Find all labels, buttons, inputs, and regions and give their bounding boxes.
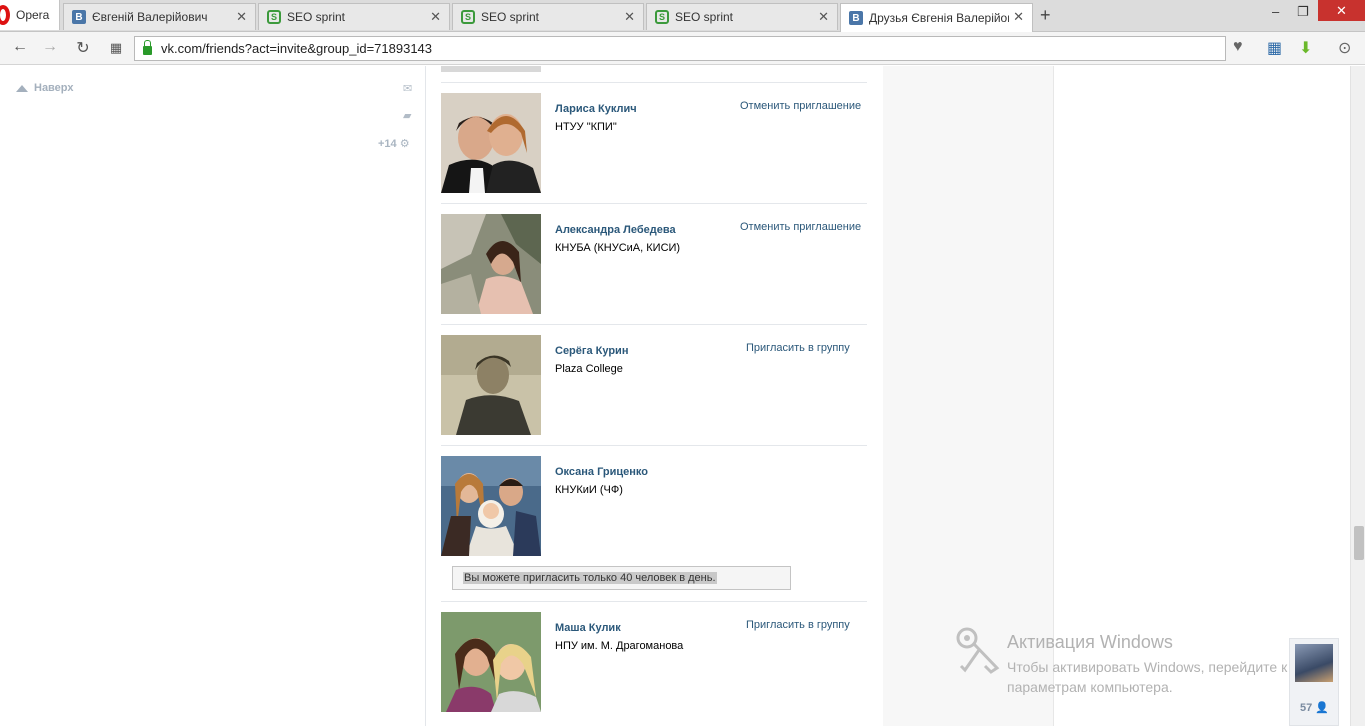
heart-bookmark-icon[interactable]: ♥ <box>1233 38 1243 56</box>
friend-school: Plaza College <box>555 363 623 375</box>
tab-title: Друзья Євгенія Валерійовича <box>869 11 1009 25</box>
tab-title: SEO sprint <box>481 10 540 24</box>
friend-row: Маша Кулик НПУ им. М. Драгоманова Пригла… <box>441 601 867 722</box>
tab-bar: Opera B Євгеній Валерійович ✕ S SEO spri… <box>0 0 1365 32</box>
lock-icon <box>143 40 152 55</box>
chat-avatar[interactable] <box>1295 644 1333 682</box>
tab-seo-sprint-3[interactable]: S SEO sprint ✕ <box>646 3 838 30</box>
arrow-up-icon <box>16 84 28 92</box>
opera-menu-button[interactable]: Opera <box>0 0 60 30</box>
extensions-grid-icon[interactable]: ▦ <box>1267 38 1282 58</box>
user-icon: 👤 <box>1315 702 1330 714</box>
address-toolbar: ← → ↻ ▦ vk.com/friends?act=invite&group_… <box>0 32 1365 65</box>
mail-icon[interactable]: ✉ <box>403 82 412 95</box>
tab-friends[interactable]: B Друзья Євгенія Валерійовича ✕ <box>840 3 1033 32</box>
tab-seo-sprint-2[interactable]: S SEO sprint ✕ <box>452 3 644 30</box>
new-tab-button[interactable]: + <box>1040 5 1051 26</box>
friend-avatar[interactable] <box>441 612 541 712</box>
chat-widget[interactable]: 57 👤 <box>1289 638 1339 726</box>
notification-counter[interactable]: +14 ⚙ <box>378 137 410 150</box>
invite-to-group-link[interactable]: Пригласить в группу <box>746 619 850 631</box>
tab-evgeniy[interactable]: B Євгеній Валерійович ✕ <box>63 3 256 30</box>
previous-item-stub <box>441 66 541 72</box>
opera-label: Opera <box>16 8 50 22</box>
page-content: Наверх ✉ ▰ +14 ⚙ Лариса Куклич НТУУ "КПИ… <box>0 66 1350 726</box>
counter-value: +14 <box>378 138 397 150</box>
restore-button[interactable]: ❐ <box>1297 4 1309 20</box>
friend-name-link[interactable]: Серёга Курин <box>555 345 628 357</box>
close-icon[interactable]: ✕ <box>1013 9 1024 25</box>
close-icon[interactable]: ✕ <box>430 9 441 25</box>
friends-list: Лариса Куклич НТУУ "КПИ" Отменить пригла… <box>425 66 883 726</box>
online-count: 57 👤 <box>1300 701 1329 714</box>
seo-sprint-icon: S <box>655 10 669 24</box>
speed-dial-grid-icon[interactable]: ▦ <box>106 40 126 56</box>
windows-activation-subtitle: Чтобы активировать Windows, перейдите к … <box>1007 659 1288 695</box>
friend-row: Лариса Куклич НТУУ "КПИ" Отменить пригла… <box>441 82 867 203</box>
invite-limit-text: Вы можете пригласить только 40 человек в… <box>463 572 717 584</box>
friend-name-link[interactable]: Александра Лебедева <box>555 224 676 236</box>
comment-icon[interactable]: ▰ <box>403 109 411 122</box>
friend-avatar[interactable] <box>441 93 541 193</box>
reload-icon[interactable]: ↻ <box>73 38 93 58</box>
tab-title: Євгеній Валерійович <box>92 10 208 24</box>
tab-title: SEO sprint <box>287 10 346 24</box>
downloads-icon[interactable]: ⊙ <box>1338 38 1351 58</box>
tab-title: SEO sprint <box>675 10 734 24</box>
close-icon[interactable]: ✕ <box>818 9 829 25</box>
friend-avatar[interactable] <box>441 214 541 314</box>
back-to-top-label: Наверх <box>34 82 74 94</box>
friend-school: КНУБА (КНУСиА, КИСИ) <box>555 242 681 254</box>
gear-icon: ⚙ <box>399 138 410 150</box>
scrollbar-thumb[interactable] <box>1354 526 1364 560</box>
close-icon[interactable]: ✕ <box>624 9 635 25</box>
invite-limit-notice: Вы можете пригласить только 40 человек в… <box>452 566 791 590</box>
friend-name-link[interactable]: Лариса Куклич <box>555 103 637 115</box>
back-to-top-link[interactable]: Наверх <box>16 82 74 94</box>
friend-school: НПУ им. М. Драгоманова <box>555 640 684 652</box>
download-extension-icon[interactable]: ⬇ <box>1299 38 1312 58</box>
window-close-button[interactable]: ✕ <box>1318 0 1365 21</box>
online-count-value: 57 <box>1300 702 1313 714</box>
forward-arrow-icon[interactable]: → <box>40 38 60 56</box>
windows-activation-title: Активация Windows <box>1007 632 1173 652</box>
tab-seo-sprint-1[interactable]: S SEO sprint ✕ <box>258 3 450 30</box>
back-arrow-icon[interactable]: ← <box>10 38 30 56</box>
close-icon[interactable]: ✕ <box>236 9 247 25</box>
seo-sprint-icon: S <box>267 10 281 24</box>
invite-to-group-link[interactable]: Пригласить в группу <box>746 342 850 354</box>
opera-logo-icon <box>0 5 10 25</box>
friend-name-link[interactable]: Маша Кулик <box>555 622 621 634</box>
friend-school: КНУКиИ (ЧФ) <box>555 484 623 496</box>
seo-sprint-icon: S <box>461 10 475 24</box>
vk-icon: B <box>849 11 863 25</box>
friend-name-link[interactable]: Оксана Гриценко <box>555 466 648 478</box>
friend-row: Серёга Курин Plaza College Пригласить в … <box>441 324 867 445</box>
minimize-button[interactable]: ‒ <box>1272 4 1279 19</box>
friend-school: НТУУ "КПИ" <box>555 121 617 133</box>
cancel-invite-link[interactable]: Отменить приглашение <box>740 221 861 233</box>
friend-row: Александра Лебедева КНУБА (КНУСиА, КИСИ)… <box>441 203 867 324</box>
friend-avatar[interactable] <box>441 456 541 556</box>
url-text: vk.com/friends?act=invite&group_id=71893… <box>161 41 433 56</box>
address-field[interactable]: vk.com/friends?act=invite&group_id=71893… <box>134 36 1226 61</box>
friend-avatar[interactable] <box>441 335 541 435</box>
vk-icon: B <box>72 10 86 24</box>
cancel-invite-link[interactable]: Отменить приглашение <box>740 100 861 112</box>
key-icon <box>956 627 1000 674</box>
page-scrollbar[interactable] <box>1350 66 1365 726</box>
